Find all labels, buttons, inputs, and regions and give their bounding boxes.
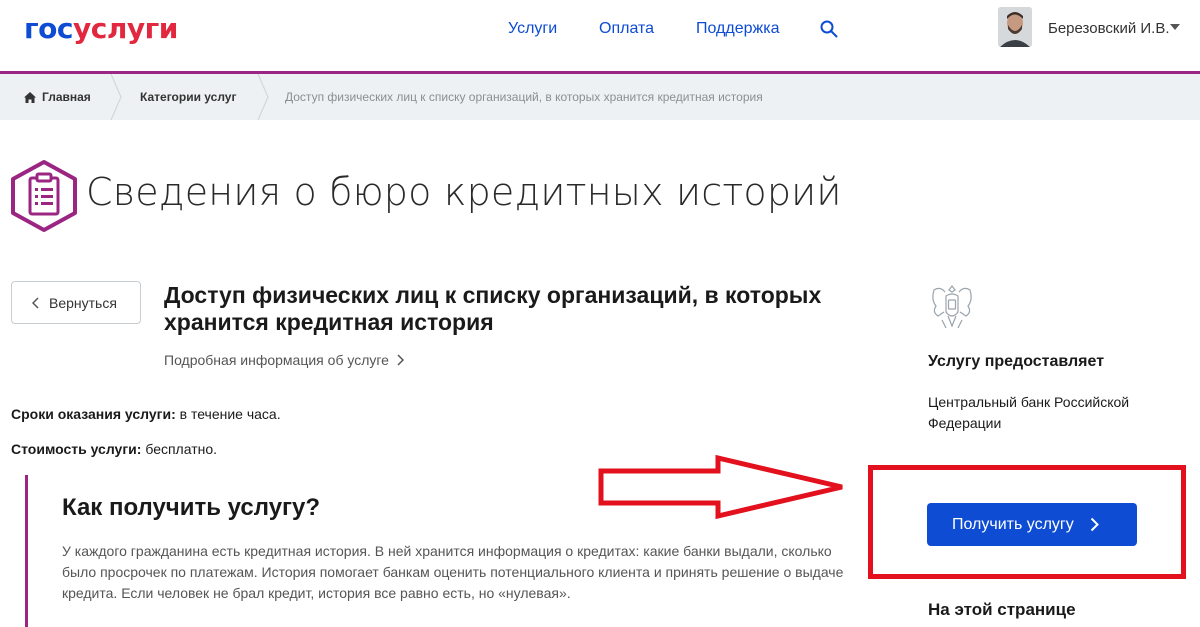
cost-label: Стоимость услуги: [11,441,142,457]
clipboard-icon [11,160,77,232]
howto-text: У каждого гражданина есть кредитная исто… [62,543,844,601]
nav-support[interactable]: Поддержка [696,20,779,38]
cost-value: бесплатно. [141,441,218,457]
annotation-arrow-icon [598,454,843,520]
breadcrumb-current: Доступ физических лиц к списку организац… [285,90,763,104]
howto-title: Как получить услугу? [62,494,321,521]
service-terms: Сроки оказания услуги: в течение часа. [11,406,281,422]
coat-of-arms-icon [932,285,972,329]
service-cost: Стоимость услуги: бесплатно. [11,441,217,457]
breadcrumb-home[interactable]: Главная [24,90,91,104]
breadcrumb-separator [110,74,122,120]
breadcrumb-separator [257,74,269,120]
service-title: Доступ физических лиц к списку организац… [164,282,822,335]
search-icon[interactable] [820,20,838,38]
back-button-label: Вернуться [49,294,117,311]
provider-name[interactable]: Центральный банк Российской Федерации [928,392,1168,434]
howto-accent-bar [25,475,28,627]
gosuslugi-logo[interactable]: госуслуги [24,12,178,45]
header: госуслуги Услуги Оплата Поддержка Березо… [0,0,1200,74]
terms-label: Сроки оказания услуги: [11,406,176,422]
page-title: Сведения о бюро кредитных историй [86,170,842,214]
chevron-right-icon [397,354,404,366]
avatar[interactable] [998,7,1032,47]
breadcrumb-home-label: Главная [42,90,91,104]
more-info-link[interactable]: Подробная информация об услуге [164,352,404,368]
breadcrumb: Главная Категории услуг Доступ физически… [0,74,1200,120]
more-info-label: Подробная информация об услуге [164,352,389,368]
nav-payment[interactable]: Оплата [599,20,654,38]
terms-value: в течение часа. [175,406,281,422]
on-page-heading: На этой странице [928,600,1076,619]
provider-label: Услугу предоставляет [928,353,1105,370]
annotation-highlight-box [868,465,1186,579]
nav-services[interactable]: Услуги [508,20,557,38]
user-name[interactable]: Березовский И.В. [1048,20,1170,37]
chevron-left-icon [32,296,39,309]
home-icon [24,91,36,103]
back-button[interactable]: Вернуться [11,281,141,324]
chevron-down-icon[interactable] [1170,24,1180,30]
breadcrumb-categories[interactable]: Категории услуг [140,90,236,104]
